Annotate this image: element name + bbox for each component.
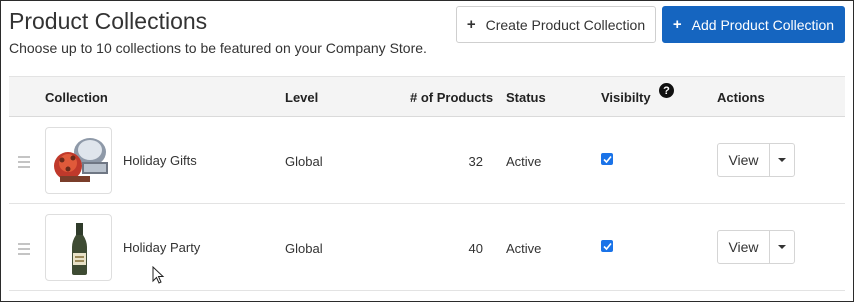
visibility-checkbox[interactable] bbox=[601, 240, 613, 252]
collections-table: Collection Level # of Products Status Vi… bbox=[9, 76, 845, 291]
create-button-label: Create Product Collection bbox=[485, 16, 646, 33]
drag-handle-icon[interactable] bbox=[18, 156, 30, 171]
checkmark-icon bbox=[602, 155, 612, 163]
table-row: Holiday Gifts Global 32 Active View bbox=[9, 117, 845, 204]
actions-dropdown-toggle[interactable] bbox=[770, 231, 794, 263]
table-row: Holiday Party Global 40 Active View bbox=[9, 204, 845, 291]
collection-status: Active bbox=[506, 154, 542, 169]
caret-down-icon bbox=[778, 158, 786, 162]
column-header-collection: Collection bbox=[45, 90, 108, 105]
caret-down-icon bbox=[778, 245, 786, 249]
collection-product-count: 32 bbox=[468, 154, 483, 169]
collection-thumbnail bbox=[45, 127, 112, 194]
champagne-bottle-image bbox=[72, 223, 87, 275]
table-header: Collection Level # of Products Status Vi… bbox=[9, 76, 845, 117]
column-header-visibility: Visibilty bbox=[601, 90, 651, 105]
plus-icon: + bbox=[672, 16, 682, 33]
collection-name[interactable]: Holiday Party bbox=[123, 240, 200, 255]
page-subtitle: Choose up to 10 collections to be featur… bbox=[9, 40, 427, 56]
create-product-collection-button[interactable]: + Create Product Collection bbox=[456, 6, 656, 43]
collection-level: Global bbox=[285, 241, 323, 256]
collection-name[interactable]: Holiday Gifts bbox=[123, 153, 197, 168]
collection-level: Global bbox=[285, 154, 323, 169]
checkmark-icon bbox=[602, 242, 612, 250]
collection-thumbnail bbox=[45, 214, 112, 281]
mouse-cursor-icon bbox=[152, 266, 165, 284]
page-title: Product Collections bbox=[9, 8, 208, 34]
add-button-label: Add Product Collection bbox=[691, 16, 835, 33]
view-button[interactable]: View bbox=[718, 231, 770, 263]
view-action-group: View bbox=[717, 230, 795, 264]
column-header-actions: Actions bbox=[717, 90, 765, 105]
actions-dropdown-toggle[interactable] bbox=[770, 144, 794, 176]
drag-handle-icon[interactable] bbox=[18, 243, 30, 258]
column-header-products: # of Products bbox=[410, 90, 494, 105]
column-header-status: Status bbox=[506, 90, 546, 105]
view-action-group: View bbox=[717, 143, 795, 177]
view-button[interactable]: View bbox=[718, 144, 770, 176]
plus-icon: + bbox=[466, 16, 476, 33]
visibility-checkbox[interactable] bbox=[601, 153, 613, 165]
column-header-level: Level bbox=[285, 90, 319, 105]
collection-product-count: 40 bbox=[468, 241, 483, 256]
add-product-collection-button[interactable]: + Add Product Collection bbox=[662, 6, 845, 43]
question-circle-icon[interactable]: ? bbox=[659, 83, 674, 98]
gift-basket-image bbox=[54, 138, 108, 182]
collection-status: Active bbox=[506, 241, 542, 256]
